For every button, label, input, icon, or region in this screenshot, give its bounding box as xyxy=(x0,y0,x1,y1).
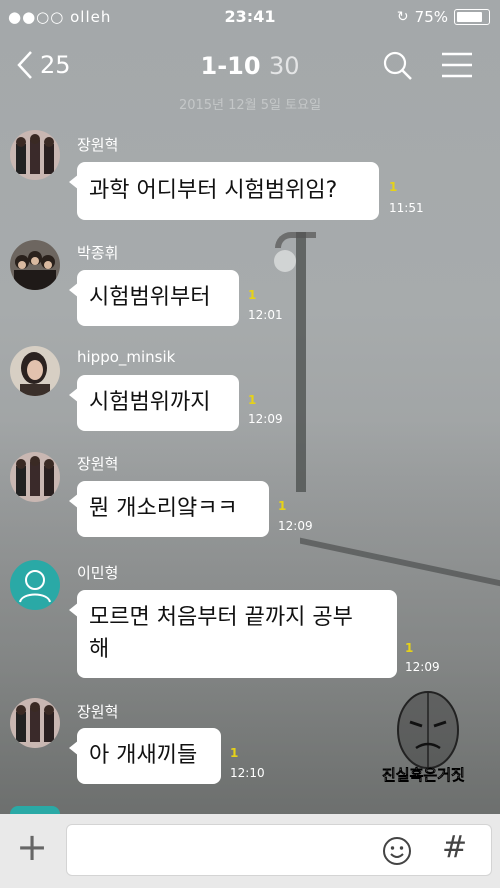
hamburger-menu-icon xyxy=(442,52,472,78)
hashtag-icon: # xyxy=(442,830,468,865)
group-photo-avatar-icon xyxy=(10,240,60,290)
person-photo-avatar-icon xyxy=(10,346,60,396)
battery-icon xyxy=(454,9,490,25)
message-text: 시험범위까지 xyxy=(89,390,211,415)
unread-count: 1 xyxy=(248,393,257,407)
member-count: 30 xyxy=(268,52,300,80)
input-bar: + # xyxy=(0,814,500,888)
message-time: 12:09 xyxy=(278,519,313,533)
sender-name: 이민형 xyxy=(77,564,119,582)
sender-name: 장원혁 xyxy=(77,136,119,154)
avatar[interactable] xyxy=(10,698,60,748)
message-bubble[interactable]: 과학 어디부터 시험범위임? xyxy=(69,162,379,220)
message-text: 뭔 개소리얔ㅋㅋ xyxy=(89,496,238,521)
unread-count: 1 xyxy=(278,499,287,513)
plus-icon: + xyxy=(16,825,48,869)
message-time: 12:10 xyxy=(230,766,265,780)
message-bubble[interactable]: 시험범위까지 xyxy=(69,375,239,431)
emoticon-button[interactable] xyxy=(382,836,412,870)
rotation-lock-icon: ↻ xyxy=(396,9,409,25)
message-time: 12:09 xyxy=(405,660,440,674)
avatar[interactable] xyxy=(10,346,60,396)
message-text-line2: 해 xyxy=(89,637,110,662)
message-text: 시험범위부터 xyxy=(89,285,211,310)
status-bar: ●●○○ olleh 23:41 ↻ 75% xyxy=(0,0,500,34)
background-lamp-pole xyxy=(296,232,306,492)
avatar[interactable] xyxy=(10,240,60,290)
message-text: 과학 어디부터 시험범위임? xyxy=(89,178,338,203)
avatar-partial xyxy=(10,806,60,814)
avatar[interactable] xyxy=(10,560,60,610)
unread-count: 1 xyxy=(230,746,239,760)
message-text: 아 개새끼들 xyxy=(89,743,198,768)
chat-title: 1-10 30 xyxy=(0,52,500,80)
default-person-avatar-icon xyxy=(19,570,51,603)
smiley-icon xyxy=(383,837,411,865)
unread-count: 1 xyxy=(389,180,398,194)
sender-name: 장원혁 xyxy=(77,455,119,473)
message-bubble[interactable]: 뭔 개소리얔ㅋㅋ xyxy=(69,481,269,537)
watermark-text: 진실혹은거짓 xyxy=(382,766,465,785)
message-time: 12:09 xyxy=(248,412,283,426)
menu-button[interactable] xyxy=(440,50,474,84)
date-divider: 2015년 12월 5일 토요일 xyxy=(178,98,322,113)
message-text-line1: 모르면 처음부터 끝까지 공부 xyxy=(89,605,353,630)
background-lamp xyxy=(274,250,296,272)
avatar[interactable] xyxy=(10,130,60,180)
group-photo-avatar-icon xyxy=(10,452,60,502)
sender-name: hippo_minsik xyxy=(77,348,176,366)
add-attachment-button[interactable]: + xyxy=(14,828,50,866)
sender-name: 장원혁 xyxy=(77,703,119,721)
group-photo-avatar-icon xyxy=(10,130,60,180)
message-bubble[interactable]: 모르면 처음부터 끝까지 공부 해 xyxy=(69,590,397,678)
unread-count: 1 xyxy=(405,641,414,655)
hashtag-button[interactable]: # xyxy=(442,830,467,865)
avatar[interactable] xyxy=(10,452,60,502)
message-time: 11:51 xyxy=(389,201,424,215)
chat-header: 25 1-10 30 xyxy=(0,34,500,98)
search-icon xyxy=(383,51,412,80)
message-input[interactable] xyxy=(66,824,492,876)
chat-room-name: 1-10 xyxy=(200,52,261,80)
background-lamp-arm xyxy=(275,232,316,248)
status-right: ↻ 75% xyxy=(397,8,490,26)
message-time: 12:01 xyxy=(248,308,283,322)
group-photo-avatar-icon xyxy=(10,698,60,748)
unread-count: 1 xyxy=(248,288,257,302)
message-bubble[interactable]: 시험범위부터 xyxy=(69,270,239,326)
sender-name: 박종휘 xyxy=(77,244,119,262)
message-bubble[interactable]: 아 개새끼들 xyxy=(69,728,221,784)
search-button[interactable] xyxy=(382,50,414,86)
battery-percent: 75% xyxy=(414,8,448,26)
